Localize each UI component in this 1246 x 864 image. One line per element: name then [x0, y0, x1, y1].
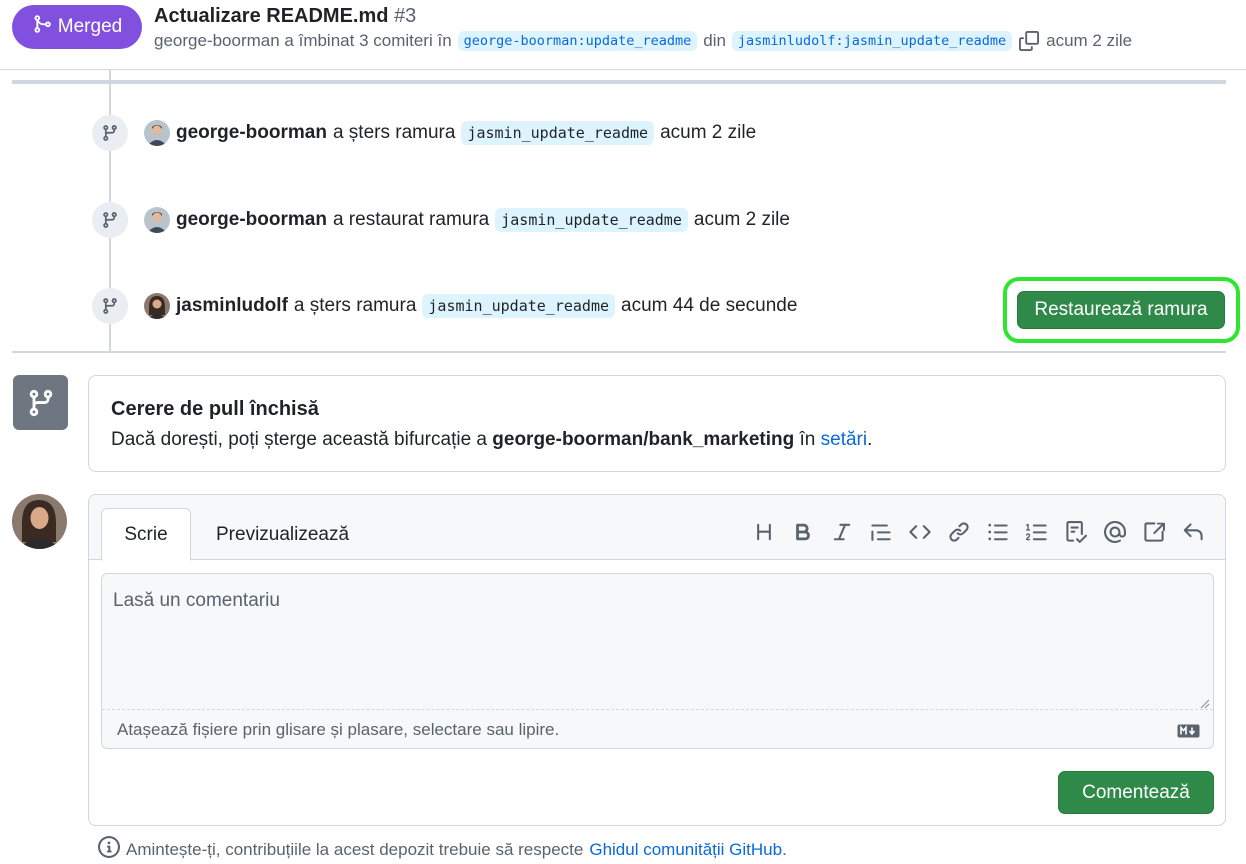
pr-meta-prefix: george-boorman a îmbinat 3 comiteri în [154, 31, 452, 50]
pr-title: Actualizare README.md #3 [154, 5, 416, 28]
closed-desc-suffix: . [867, 429, 873, 450]
closed-pr-description: Dacă dorești, poți șterge această bifurc… [111, 429, 872, 451]
task-list-icon[interactable] [1064, 520, 1088, 544]
event-time[interactable]: acum 2 zile [660, 122, 756, 144]
code-icon[interactable] [908, 520, 932, 544]
git-branch-icon [92, 288, 128, 324]
git-pull-request-closed-icon [13, 375, 68, 430]
comment-submit-button[interactable]: Comentează [1058, 771, 1214, 814]
closed-pr-notice: Cerere de pull închisă Dacă dorești, poț… [88, 375, 1226, 472]
mention-icon[interactable] [1103, 520, 1127, 544]
editor-header: Scrie Previzualizează [89, 495, 1225, 561]
closed-desc-prefix: Dacă dorești, poți șterge această bifurc… [111, 429, 487, 450]
pr-title-text: Actualizare README.md [154, 5, 389, 27]
closed-pr-title: Cerere de pull închisă [111, 398, 319, 420]
tab-write[interactable]: Scrie [101, 508, 191, 561]
timeline-event: george-boorman a restaurat ramura jasmin… [92, 202, 790, 238]
quote-icon[interactable] [869, 520, 893, 544]
timeline-event: jasminludolf a șters ramura jasmin_updat… [92, 288, 797, 324]
contribution-note: Amintește-ți, contribuțiile la acest dep… [98, 836, 787, 863]
pr-header: Merged Actualizare README.md #3 george-b… [0, 0, 1246, 70]
note-suffix: . [782, 839, 787, 859]
tab-preview[interactable]: Previzualizează [216, 508, 349, 561]
event-branch: jasmin_update_readme [461, 121, 655, 145]
git-merge-icon [32, 14, 52, 40]
head-branch[interactable]: jasminludolf:jasmin_update_readme [731, 31, 1013, 51]
merged-label: Merged [57, 16, 123, 37]
event-user[interactable]: george-boorman [176, 209, 327, 231]
attach-files-bar[interactable]: Atașează fișiere prin glisare și plasare… [102, 709, 1213, 749]
comment-editor: Scrie Previzualizează Atașează fișiere p… [88, 494, 1226, 826]
avatar[interactable] [144, 120, 170, 146]
reply-icon[interactable] [1181, 520, 1205, 544]
timeline-divider-top [12, 80, 1226, 84]
bold-icon[interactable] [791, 520, 815, 544]
note-prefix: Amintește-ți, contribuțiile la acest dep… [126, 839, 584, 859]
merged-status-badge: Merged [12, 5, 142, 49]
community-guidelines-link[interactable]: Ghidul comunității GitHub [589, 840, 782, 859]
base-branch[interactable]: george-boorman:update_readme [457, 31, 698, 51]
heading-icon[interactable] [752, 520, 776, 544]
pr-meta-time: acum 2 zile [1046, 31, 1133, 50]
reference-icon[interactable] [1142, 520, 1166, 544]
copy-icon[interactable] [1018, 30, 1040, 52]
link-icon[interactable] [947, 520, 971, 544]
markdown-icon[interactable] [1177, 723, 1200, 738]
event-action: a șters ramura [293, 295, 417, 316]
event-action: a restaurat ramura [332, 209, 490, 230]
pr-meta-from: din [703, 31, 726, 50]
info-icon [98, 836, 120, 863]
bulleted-list-icon[interactable] [986, 520, 1010, 544]
pr-number: #3 [394, 5, 417, 27]
settings-link[interactable]: setări [821, 429, 867, 450]
italic-icon[interactable] [830, 520, 854, 544]
comment-field-wrapper: Atașează fișiere prin glisare și plasare… [101, 573, 1214, 749]
attach-hint: Atașează fișiere prin glisare și plasare… [117, 719, 560, 739]
markdown-toolbar [752, 520, 1205, 544]
avatar[interactable] [144, 293, 170, 319]
avatar[interactable] [144, 207, 170, 233]
timeline-event: george-boorman a șters ramura jasmin_upd… [92, 115, 756, 151]
git-branch-icon [92, 202, 128, 238]
event-user[interactable]: jasminludolf [176, 295, 288, 317]
pr-meta: george-boorman a îmbinat 3 comiteri în g… [154, 30, 1132, 52]
git-branch-icon [92, 115, 128, 151]
current-user-avatar[interactable] [12, 494, 67, 549]
event-branch: jasmin_update_readme [422, 294, 616, 318]
restore-branch-button[interactable]: Restaurează ramura [1017, 291, 1225, 329]
comment-textarea[interactable] [102, 574, 1213, 709]
resize-handle-icon[interactable] [1198, 696, 1210, 709]
event-time[interactable]: acum 2 zile [694, 209, 790, 231]
event-branch: jasmin_update_readme [495, 208, 688, 232]
event-user[interactable]: george-boorman [176, 122, 327, 144]
timeline-divider-bottom [12, 351, 1226, 353]
numbered-list-icon[interactable] [1025, 520, 1049, 544]
fork-repo-name: george-boorman/bank_marketing [492, 429, 795, 450]
event-time[interactable]: acum 44 de secunde [621, 295, 797, 317]
event-action: a șters ramura [332, 122, 456, 143]
closed-desc-in: în [799, 429, 816, 450]
